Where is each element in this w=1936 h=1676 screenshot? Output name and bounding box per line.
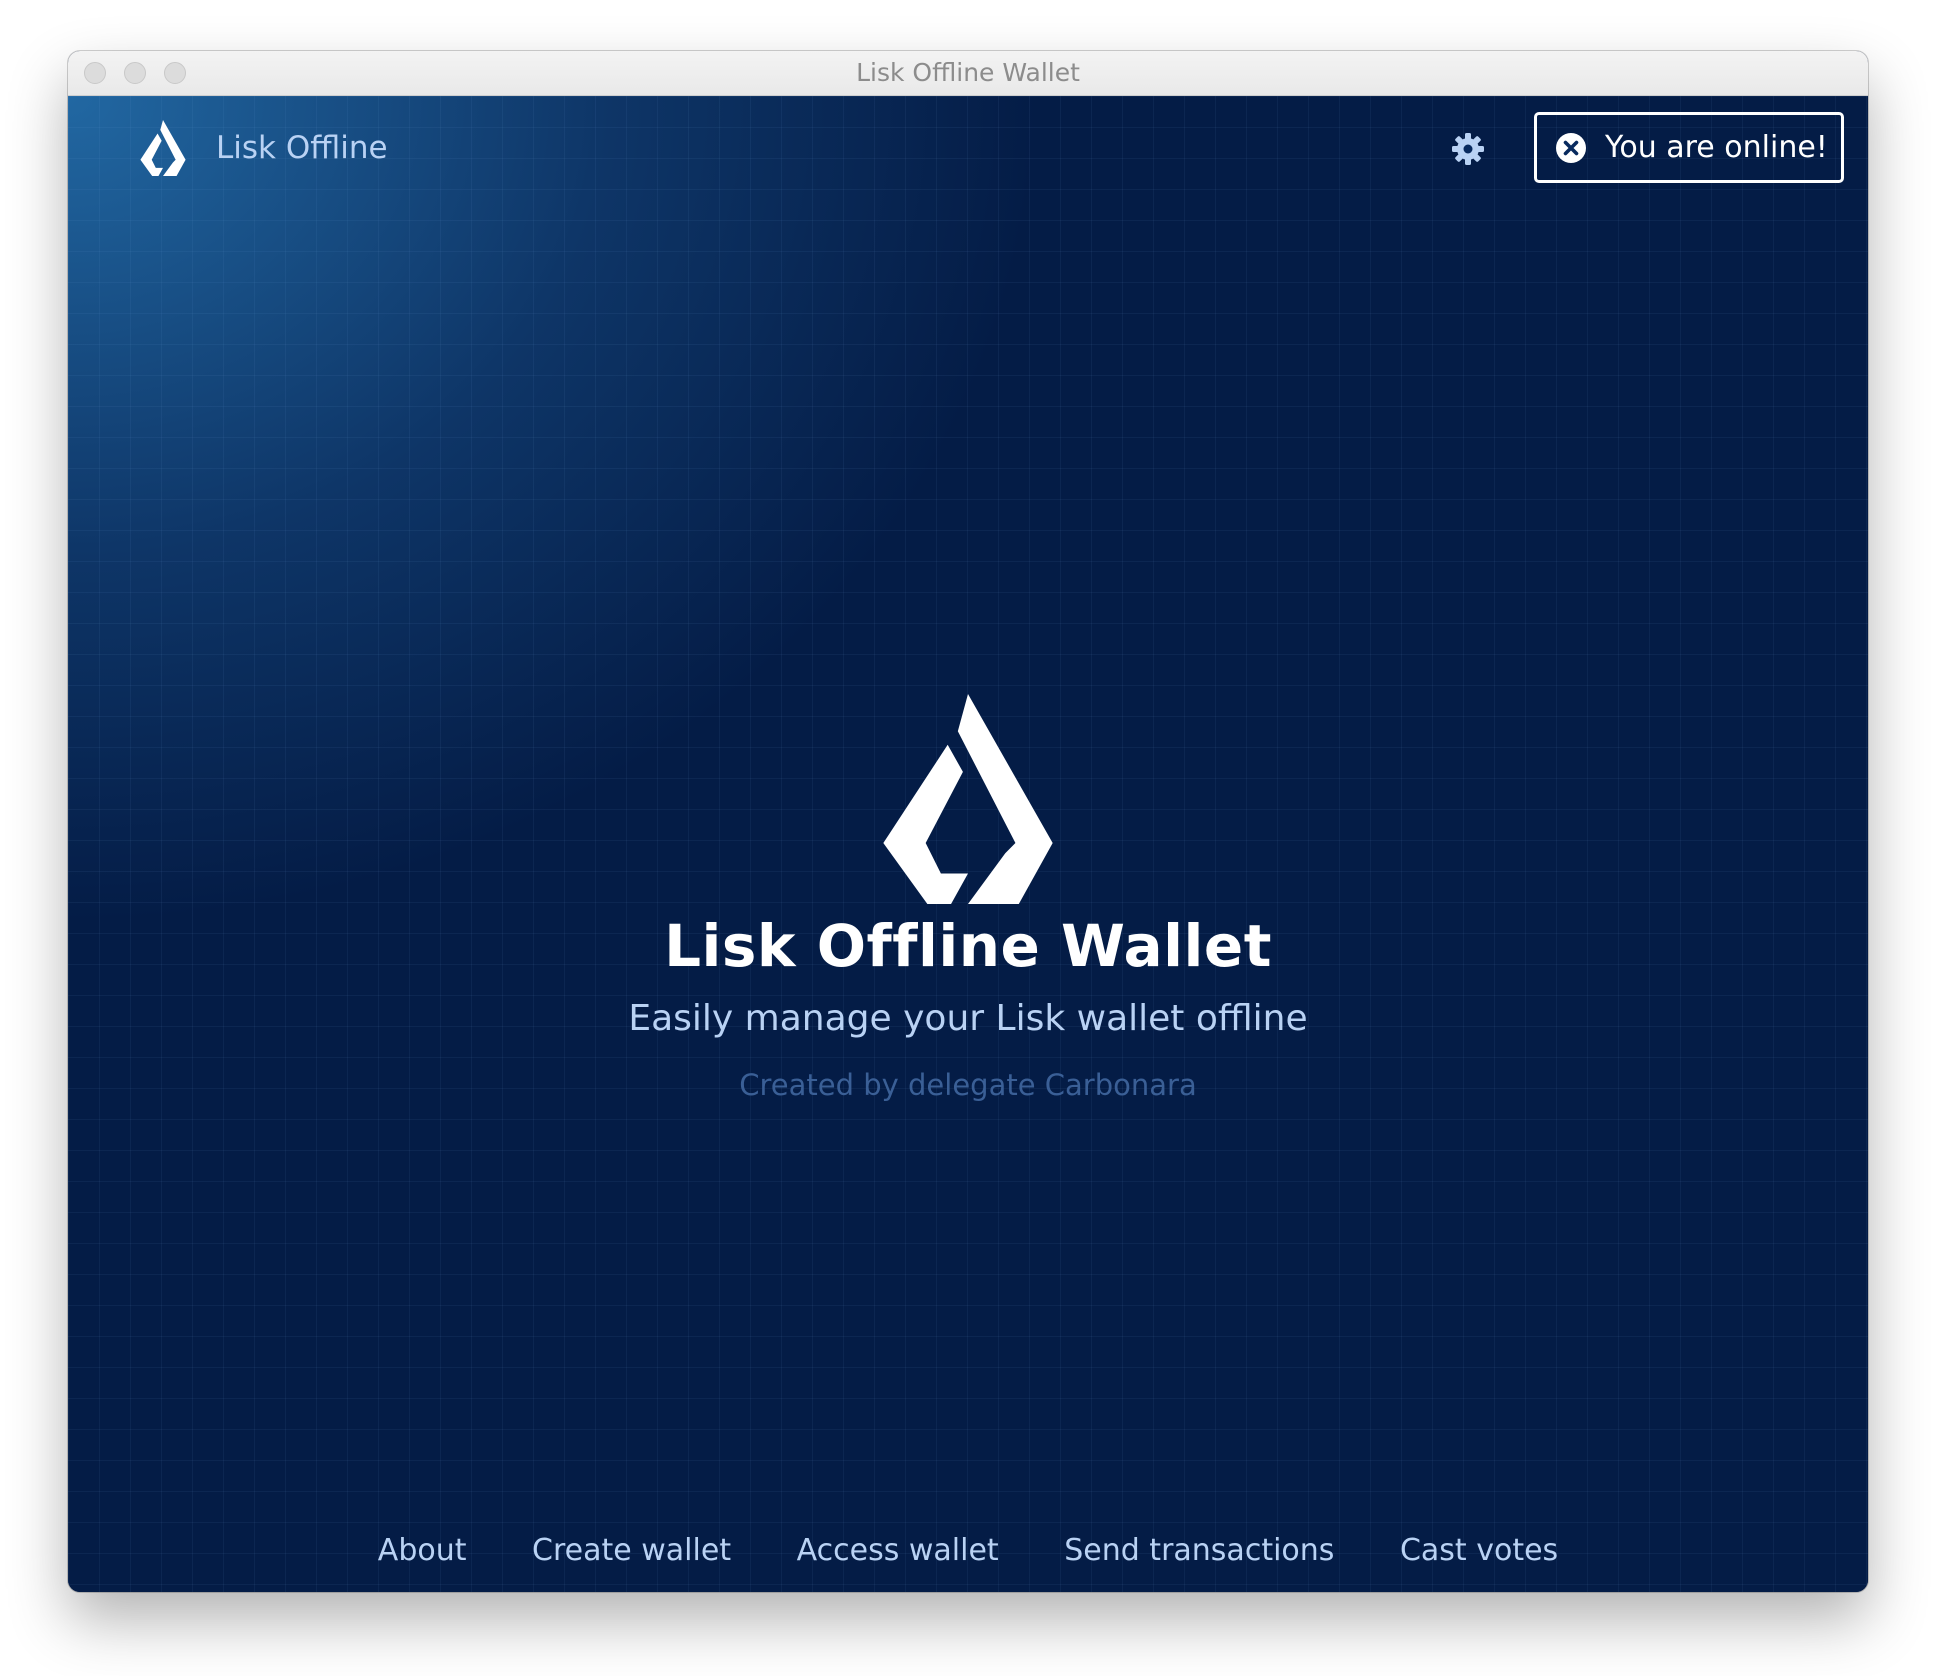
hero-subtitle: Easily manage your Lisk wallet offline <box>628 998 1308 1039</box>
lisk-logo-icon <box>140 120 186 176</box>
hero-credit: Created by delegate Carbonara <box>739 1068 1197 1102</box>
close-circle-icon <box>1556 132 1586 163</box>
online-status-button[interactable]: You are online! <box>1534 112 1844 183</box>
app-content: Lisk Offline You are online! Lisk Offlin… <box>68 96 1868 1592</box>
footer-link-access-wallet[interactable]: Access wallet <box>797 1533 999 1568</box>
lisk-logo-icon <box>883 694 1053 904</box>
footer-link-about[interactable]: About <box>378 1533 467 1568</box>
brand[interactable]: Lisk Offline <box>140 120 388 176</box>
gear-icon[interactable] <box>1450 131 1486 167</box>
footer-link-cast-votes[interactable]: Cast votes <box>1400 1533 1558 1568</box>
window-title: Lisk Offline Wallet <box>856 58 1080 87</box>
window-titlebar[interactable]: Lisk Offline Wallet <box>68 51 1868 96</box>
footer-link-create-wallet[interactable]: Create wallet <box>532 1533 731 1568</box>
footer-link-send-transactions[interactable]: Send transactions <box>1064 1533 1334 1568</box>
footer-nav: About Create wallet Access wallet Send t… <box>68 1533 1868 1568</box>
app-window: Lisk Offline Wallet Lisk Offline You are… <box>68 51 1868 1592</box>
online-status-label: You are online! <box>1605 130 1828 165</box>
brand-label: Lisk Offline <box>216 130 388 166</box>
hero-title: Lisk Offline Wallet <box>664 912 1272 980</box>
